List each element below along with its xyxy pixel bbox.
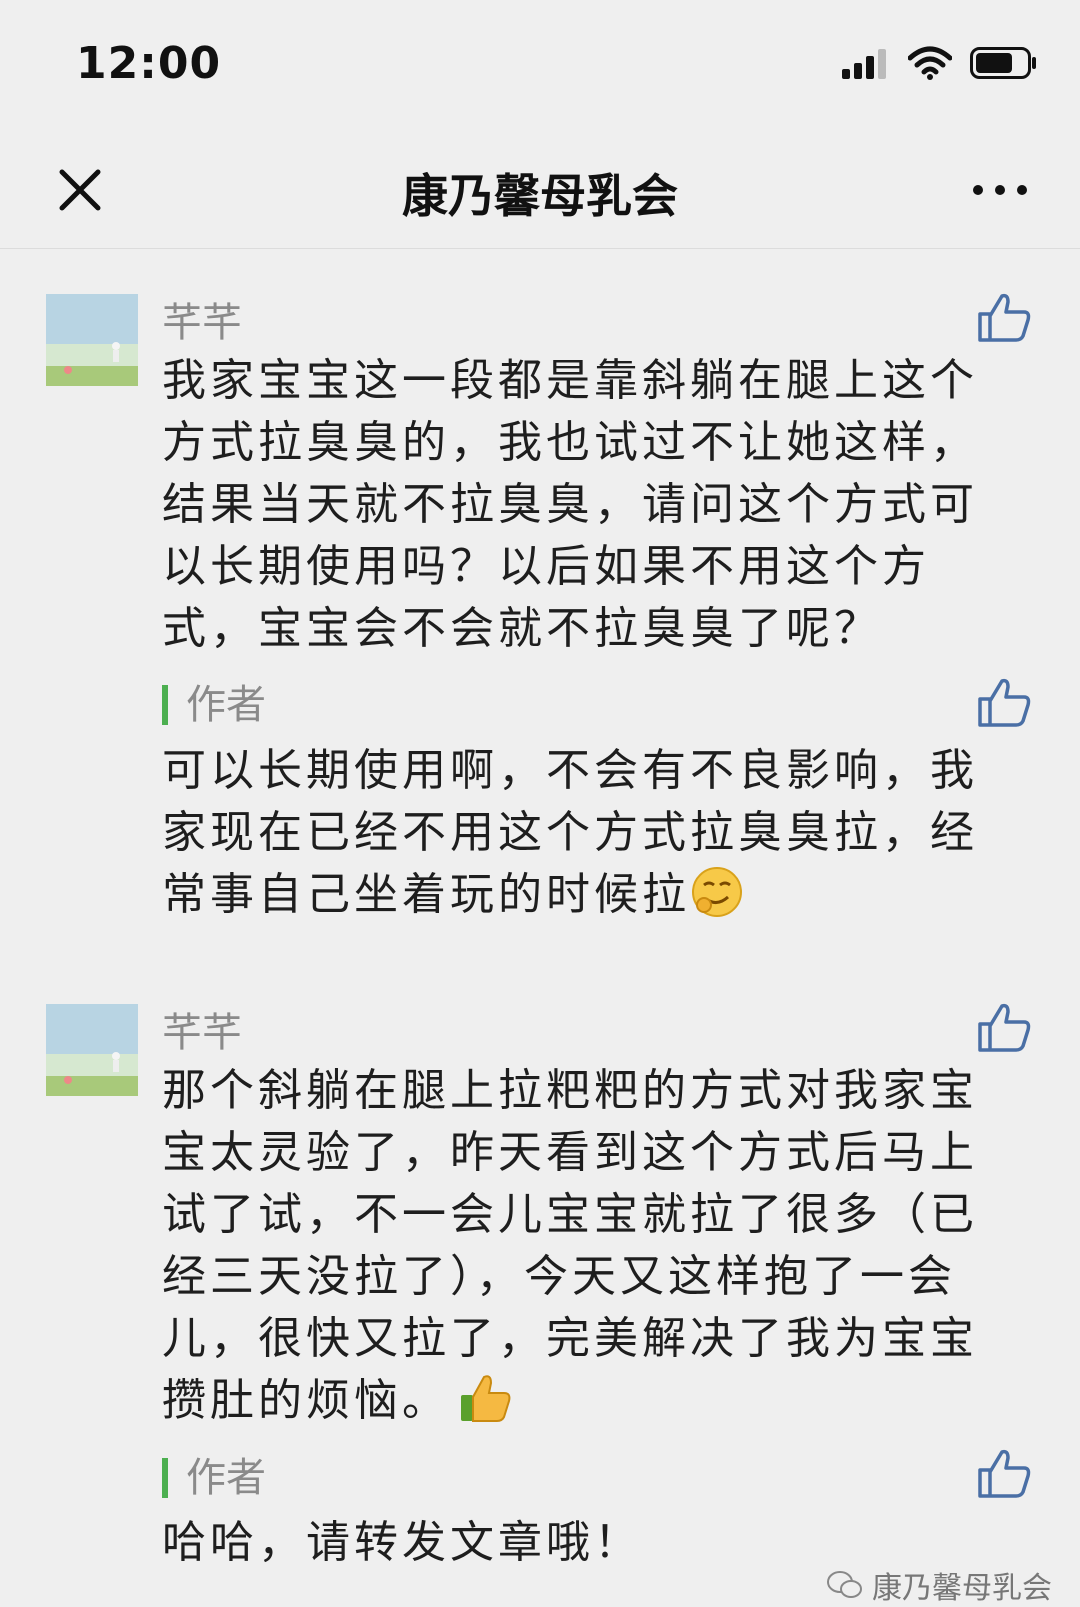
status-icons	[842, 46, 1038, 80]
avatar[interactable]	[46, 1004, 138, 1096]
more-icon[interactable]	[968, 170, 1032, 210]
author-reply-text: 可以长期使用啊，不会有不良影响，我家现在已经不用这个方式拉臭臭拉，经常事自己坐着…	[162, 740, 982, 926]
watermark: 康乃馨母乳会	[826, 1563, 1052, 1607]
like-icon[interactable]	[976, 1446, 1032, 1502]
like-icon[interactable]	[976, 1000, 1032, 1056]
thumbs-up-emoji-icon	[461, 1375, 511, 1422]
like-icon[interactable]	[976, 675, 1032, 731]
comment-text: 那个斜躺在腿上拉粑粑的方式对我家宝宝太灵验了，昨天看到这个方式后马上试了试，不一…	[162, 1060, 982, 1432]
wechat-icon	[827, 1571, 862, 1598]
watermark-text: 康乃馨母乳会	[872, 1571, 1052, 1606]
comment-nickname: 芊芊	[162, 300, 242, 346]
comment-text: 我家宝宝这一段都是靠斜躺在腿上这个方式拉臭臭的，我也试过不让她这样，结果当天就不…	[162, 355, 978, 654]
like-icon[interactable]	[976, 290, 1032, 346]
nav-bar: 康乃馨母乳会	[0, 130, 1080, 249]
comment-nickname: 芊芊	[162, 1010, 242, 1056]
page-title: 康乃馨母乳会	[402, 169, 678, 223]
author-reply-label: 作者	[162, 1458, 266, 1498]
status-bar: 12:00	[0, 0, 1080, 130]
battery-icon	[970, 47, 1036, 79]
avatar[interactable]	[46, 294, 138, 386]
wifi-icon	[908, 46, 952, 80]
signal-icon	[842, 49, 886, 79]
comment-content: 那个斜躺在腿上拉粑粑的方式对我家宝宝太灵验了，昨天看到这个方式后马上试了试，不一…	[162, 1065, 978, 1426]
author-reply-label: 作者	[162, 685, 266, 725]
author-reply-content: 可以长期使用啊，不会有不良影响，我家现在已经不用这个方式拉臭臭拉，经常事自己坐着…	[162, 745, 978, 920]
smirk-emoji-icon	[692, 867, 742, 917]
status-time: 12:00	[76, 38, 222, 89]
